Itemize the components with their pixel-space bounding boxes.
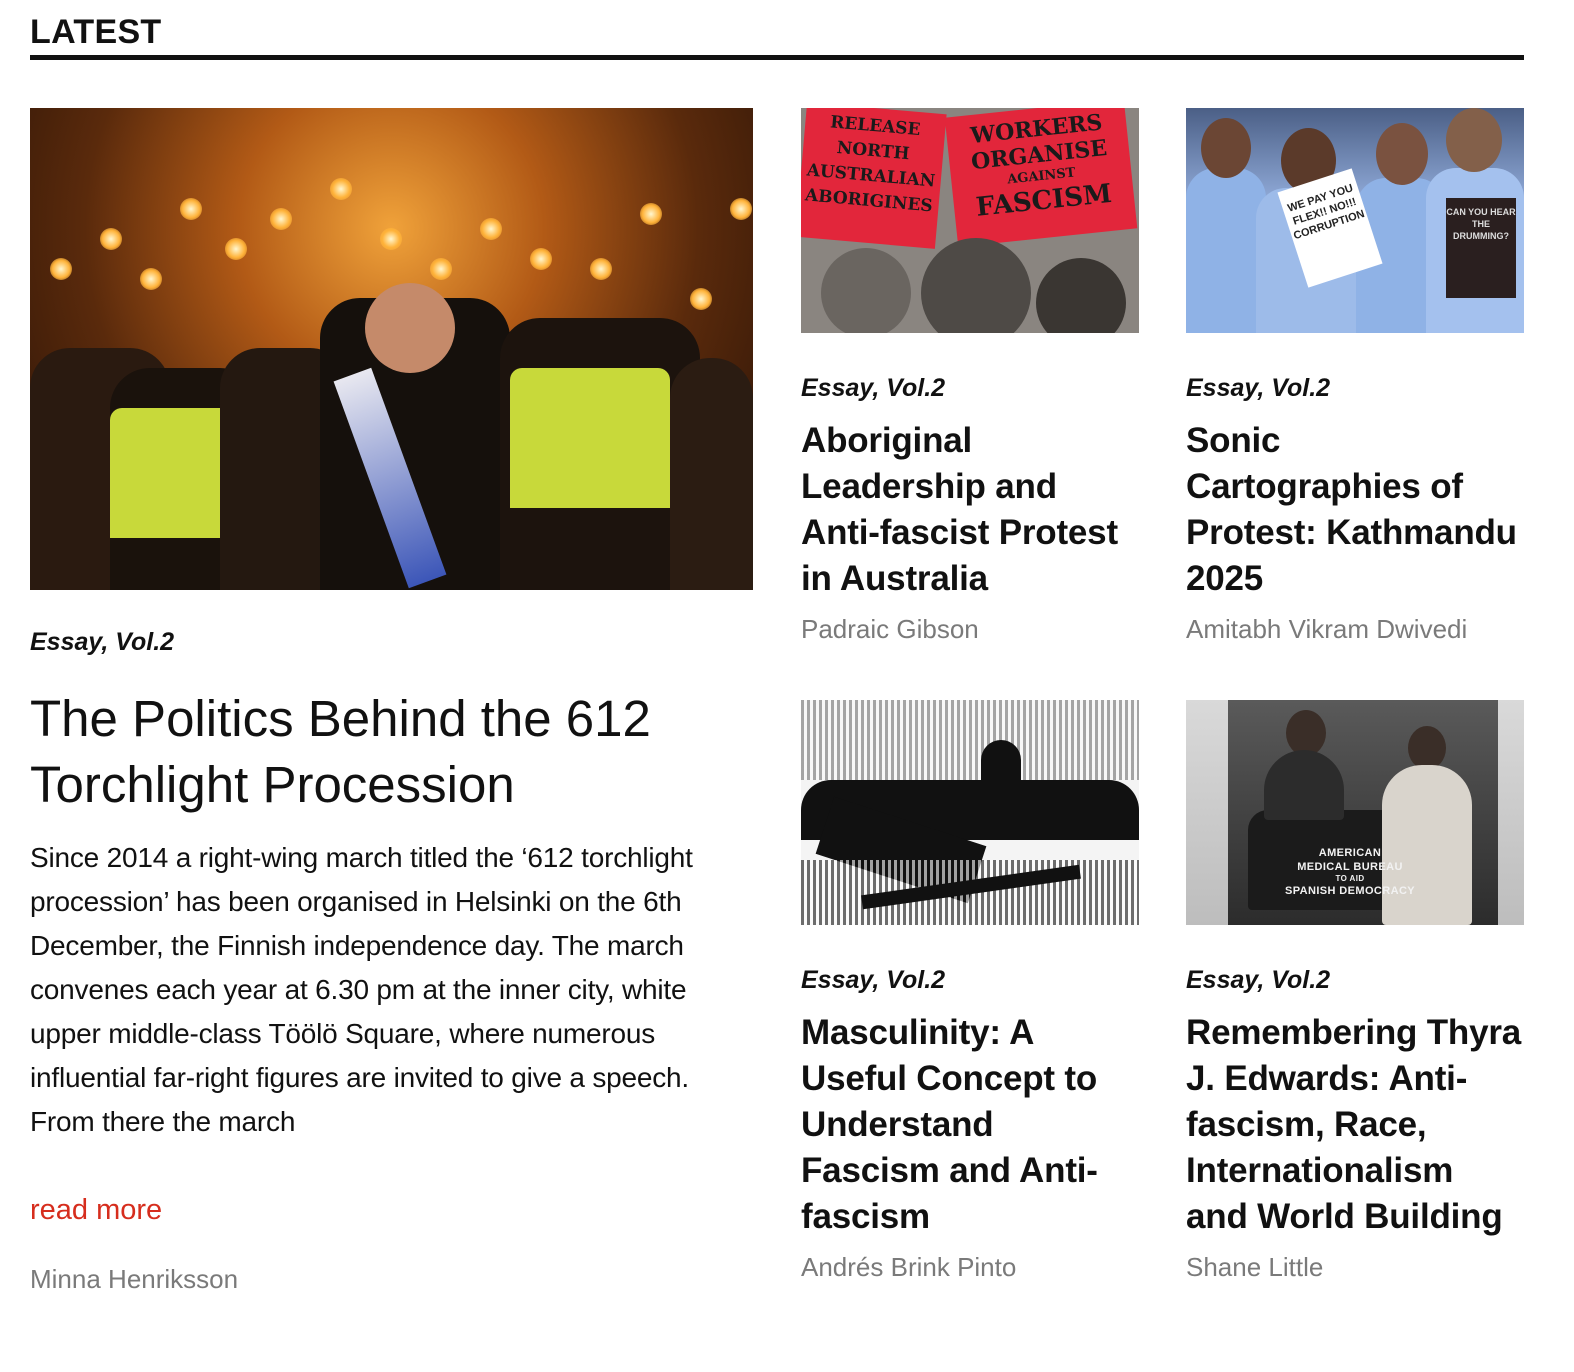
card-image[interactable]: WE PAY YOU FLEX!! NO!!! CORRUPTION CAN Y… [1186, 108, 1524, 333]
card-title[interactable]: Aboriginal Leadership and Anti-fascist P… [801, 418, 1139, 602]
read-more-link[interactable]: read more [30, 1194, 162, 1227]
article-card: RELEASE NORTH AUSTRALIAN ABORIGINES WORK… [801, 108, 1139, 646]
section-title: LATEST [30, 13, 162, 51]
car-signage: AMERICAN MEDICAL BUREAU TO AID SPANISH D… [1284, 847, 1416, 897]
featured-image[interactable] [30, 108, 753, 590]
card-title[interactable]: Sonic Cartographies of Protest: Kathmand… [1186, 418, 1524, 602]
article-card: Essay, Vol.2 Masculinity: A Useful Conce… [801, 700, 1139, 1284]
card-author[interactable]: Padraic Gibson [801, 612, 1139, 646]
card-author[interactable]: Shane Little [1186, 1250, 1524, 1284]
card-image[interactable] [801, 700, 1139, 925]
featured-author[interactable]: Minna Henriksson [30, 1264, 238, 1295]
poster-sign-left: RELEASE NORTH AUSTRALIAN ABORIGINES [801, 108, 947, 249]
card-image[interactable]: AMERICAN MEDICAL BUREAU TO AID SPANISH D… [1186, 700, 1524, 925]
protest-placard-2: CAN YOU HEAR THE DRUMMING? [1446, 198, 1516, 298]
card-category: Essay, Vol.2 [1186, 966, 1331, 994]
featured-category: Essay, Vol.2 [30, 628, 175, 656]
card-author[interactable]: Amitabh Vikram Dwivedi [1186, 612, 1524, 646]
card-category: Essay, Vol.2 [801, 374, 946, 402]
section-divider [30, 55, 1524, 60]
latest-section-header: LATEST [30, 12, 1524, 60]
card-category: Essay, Vol.2 [1186, 374, 1331, 402]
article-card: AMERICAN MEDICAL BUREAU TO AID SPANISH D… [1186, 700, 1524, 1284]
card-image[interactable]: RELEASE NORTH AUSTRALIAN ABORIGINES WORK… [801, 108, 1139, 333]
card-author[interactable]: Andrés Brink Pinto [801, 1250, 1139, 1284]
article-card: WE PAY YOU FLEX!! NO!!! CORRUPTION CAN Y… [1186, 108, 1524, 646]
card-category: Essay, Vol.2 [801, 966, 946, 994]
card-title[interactable]: Masculinity: A Useful Concept to Underst… [801, 1010, 1139, 1240]
featured-article: Essay, Vol.2 The Politics Behind the 612… [30, 108, 753, 1294]
featured-title[interactable]: The Politics Behind the 612 Torchlight P… [30, 686, 753, 818]
poster-sign-right: WORKERS ORGANISE AGAINST FASCISM [944, 108, 1138, 248]
card-title[interactable]: Remembering Thyra J. Edwards: Anti-fasci… [1186, 1010, 1524, 1240]
featured-excerpt: Since 2014 a right-wing march titled the… [30, 842, 693, 1137]
